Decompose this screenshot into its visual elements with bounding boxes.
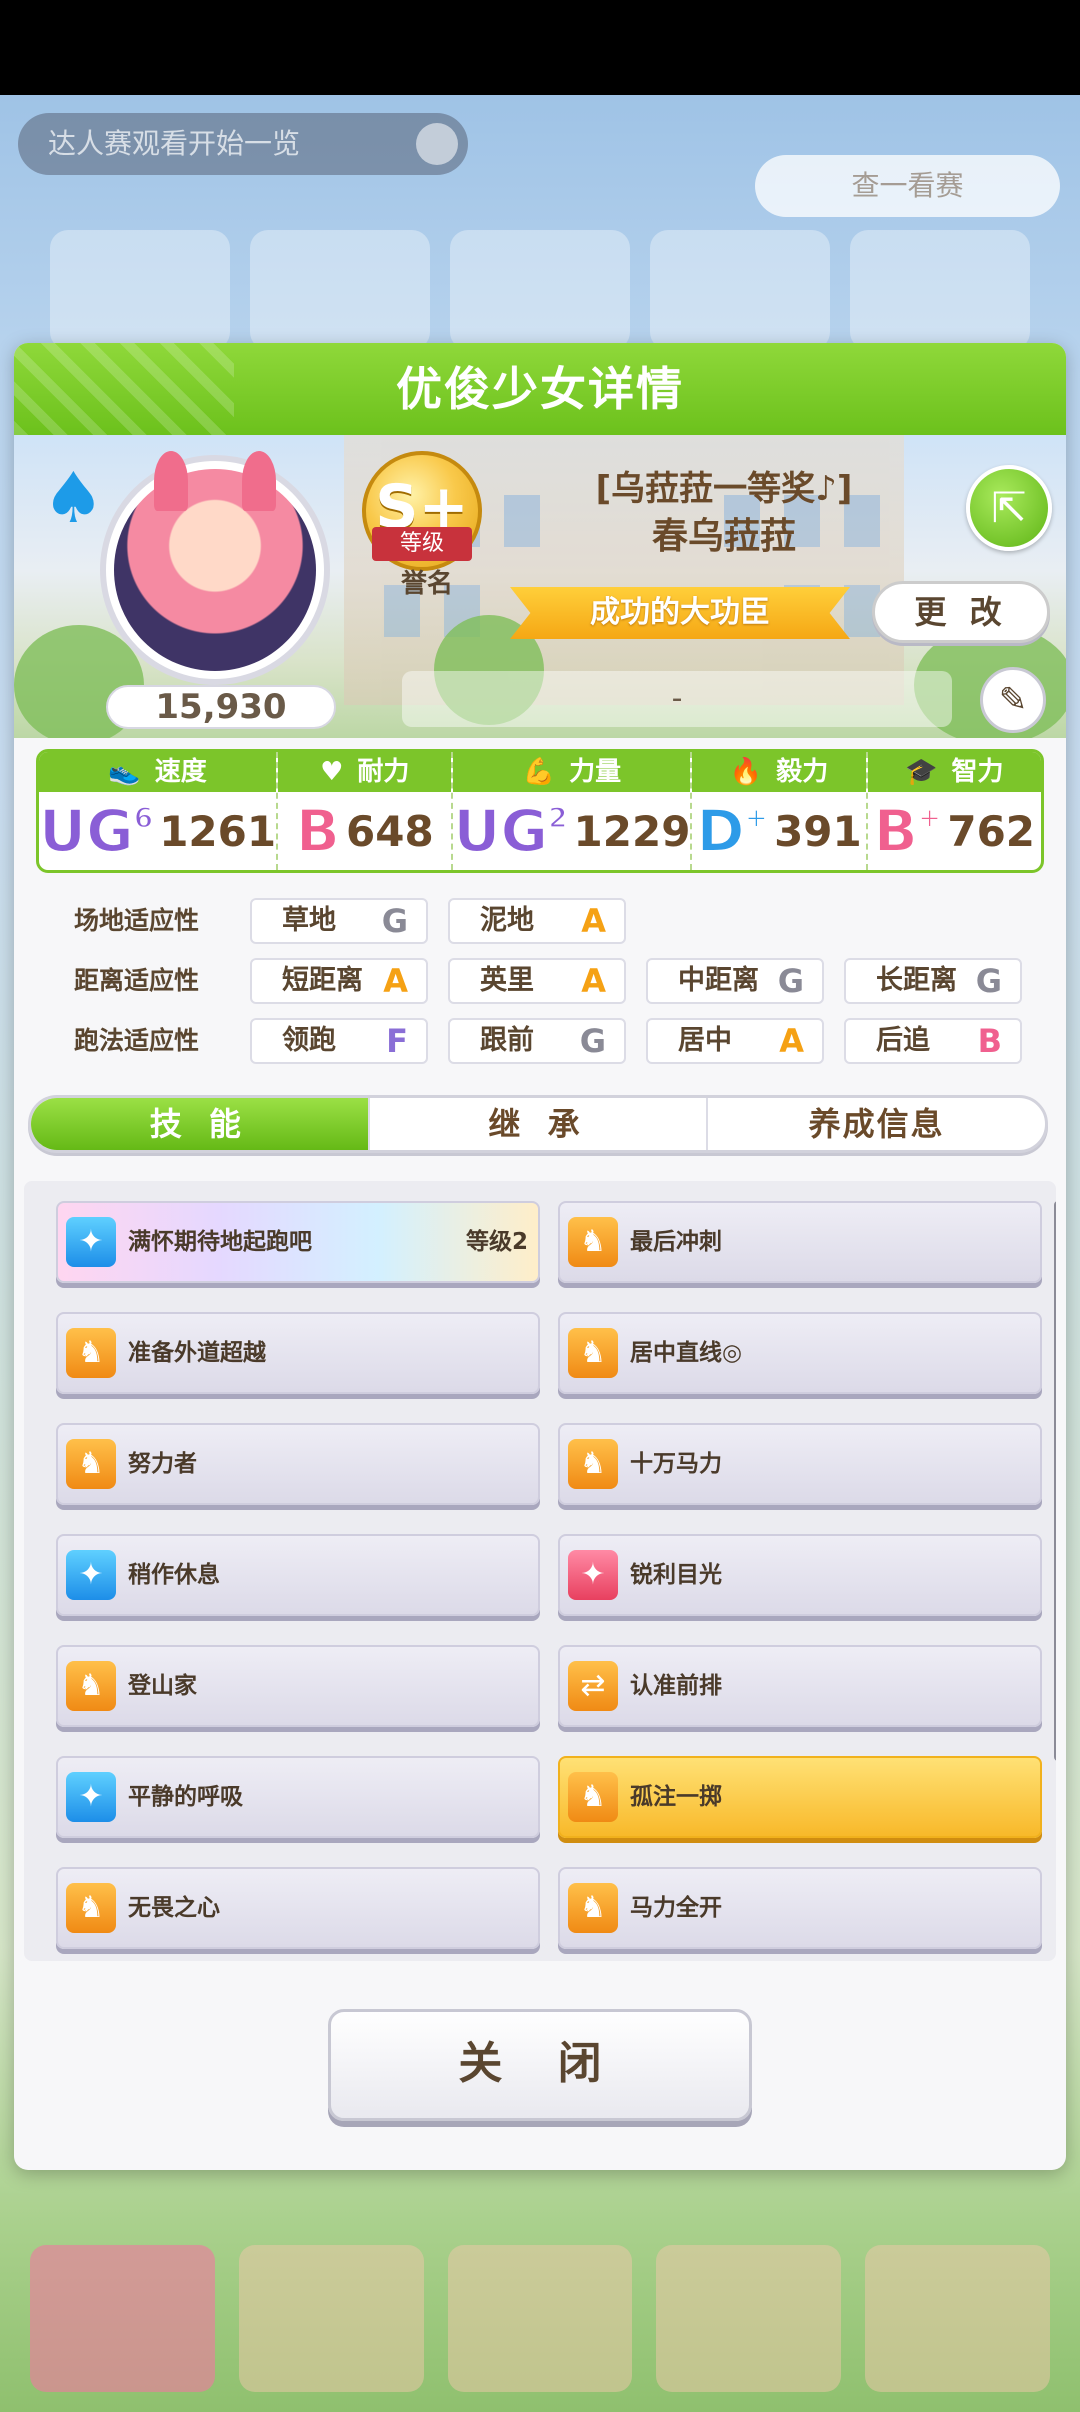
aptitude-long: 长距离 G — [844, 958, 1022, 1004]
skill-item[interactable]: ♞ 孤注一掷 — [558, 1756, 1042, 1838]
skill-item[interactable]: ♞ 登山家 — [56, 1645, 540, 1727]
aptitude-mile: 英里 A — [448, 958, 626, 1004]
rank-label: 誉名 — [400, 569, 453, 599]
aptitude-leader: 跟前 G — [448, 1018, 626, 1064]
stat-grade: UG6 — [39, 796, 154, 866]
stat-value: 762 — [947, 806, 1036, 856]
skill-item[interactable]: ✦ 锐利目光 — [558, 1534, 1042, 1616]
umamusume-details-dialog: 优俊少女详情 ♠ 15,930 S+ 等级 誉名 [乌菈菈一等奖♪] 春乌菈菈 … — [14, 343, 1066, 2170]
memo-field: - — [402, 671, 952, 727]
tab-inheritance[interactable]: 继 承 — [370, 1098, 709, 1150]
stat-value: 648 — [346, 806, 434, 856]
stat-speed: 👟 速度 UG6 1261 — [39, 752, 279, 870]
epithet-banner: 成功的大功臣 — [510, 587, 850, 639]
background-card-row — [10, 230, 1070, 350]
fan-count: 15,930 — [106, 685, 336, 729]
skill-level: 等级2 — [465, 1229, 528, 1255]
share-button[interactable]: ⇱ — [966, 465, 1052, 551]
close-button[interactable]: 关 闭 — [328, 2009, 752, 2121]
rank-ribbon: 等级 — [372, 527, 472, 561]
sparkle-red-icon: ✦ — [568, 1550, 618, 1600]
distance-aptitude-row: 距离适应性 短距离 A 英里 A 中距离 G 长距离 G — [54, 958, 1034, 1004]
muscle-icon: 💪 — [522, 757, 556, 787]
aptitude-medium: 中距离 G — [646, 958, 824, 1004]
skill-item[interactable]: ♞ 无畏之心 — [56, 1867, 540, 1949]
share-icon: ⇱ — [991, 483, 1027, 532]
skills-list[interactable]: ✦ 满怀期待地起跑吧 等级2 ♞ 最后冲刺 ♞ 准备外道超越 ♞ 居中直线◎ ♞… — [24, 1181, 1056, 1961]
stat-guts: 🔥 毅力 D+ 391 — [692, 752, 868, 870]
style-aptitude-row: 跑法适应性 领跑 F 跟前 G 居中 A 后追 B — [54, 1018, 1034, 1064]
horse-run-icon: ♞ — [568, 1883, 618, 1933]
horse-run-icon: ♞ — [66, 1439, 116, 1489]
horse-run-icon: ♞ — [568, 1328, 618, 1378]
aptitude-sprint: 短距离 A — [250, 958, 428, 1004]
spade-icon: ♠ — [42, 457, 105, 539]
horse-run-icon: ♞ — [66, 1328, 116, 1378]
aptitude-betweener: 居中 A — [646, 1018, 824, 1064]
stat-power: 💪 力量 UG2 1229 — [452, 752, 693, 870]
graduation-cap-icon: 🎓 — [905, 757, 938, 787]
character-name: 春乌菈菈 — [651, 516, 796, 557]
skill-item[interactable]: ✦ 稍作休息 — [56, 1534, 540, 1616]
sparkle-icon: ✦ — [66, 1550, 116, 1600]
skills-scrollbar[interactable] — [1054, 1201, 1056, 1761]
tab-training-info[interactable]: 养成信息 — [708, 1098, 1045, 1150]
stats-panel: 👟 速度 UG6 1261 ♥ 耐力 B 648 💪 力量 UG2 1229 🔥 毅力 D+ 3… — [36, 749, 1044, 873]
tab-skills[interactable]: 技 能 — [31, 1098, 370, 1150]
stat-grade: D+ — [695, 796, 769, 866]
profile-panel: ♠ 15,930 S+ 等级 誉名 [乌菈菈一等奖♪] 春乌菈菈 成功的大功臣 … — [14, 435, 1066, 738]
shoe-icon: 👟 — [108, 757, 141, 787]
skill-item[interactable]: ♞ 努力者 — [56, 1423, 540, 1505]
horse-run-icon: ♞ — [66, 1661, 116, 1711]
horse-run-icon: ♞ — [568, 1772, 618, 1822]
background-top-button: 查一看赛 — [755, 155, 1060, 217]
aptitude-chaser: 后追 B — [844, 1018, 1022, 1064]
stat-grade: UG2 — [452, 796, 568, 866]
skill-item[interactable]: ♞ 马力全开 — [558, 1867, 1042, 1949]
stat-wisdom: 🎓 智力 B+ 762 — [867, 752, 1041, 870]
sparkle-icon: ✦ — [66, 1772, 116, 1822]
pencil-icon: ✎ — [998, 680, 1028, 720]
edit-memo-button[interactable]: ✎ — [980, 667, 1046, 733]
horse-run-icon: ♞ — [568, 1439, 618, 1489]
swap-arrows-icon: ⇄ — [568, 1661, 618, 1711]
skill-item[interactable]: ⇄ 认准前排 — [558, 1645, 1042, 1727]
character-title: [乌菈菈一等奖♪] — [595, 469, 853, 509]
dialog-header: 优俊少女详情 — [14, 343, 1066, 435]
stat-stamina: ♥ 耐力 B 648 — [278, 752, 454, 870]
aptitude-runner: 领跑 F — [250, 1018, 428, 1064]
horse-run-icon: ♞ — [66, 1883, 116, 1933]
character-portrait[interactable] — [114, 451, 316, 671]
skill-item[interactable]: ✦ 平静的呼吸 — [56, 1756, 540, 1838]
change-epithet-button[interactable]: 更 改 — [872, 581, 1050, 643]
skill-item[interactable]: ♞ 居中直线◎ — [558, 1312, 1042, 1394]
sparkle-icon: ✦ — [66, 1217, 116, 1267]
dialog-title: 优俊少女详情 — [396, 362, 684, 416]
stat-value: 1261 — [159, 806, 277, 856]
track-aptitude-row: 场地适应性 草地 G 泥地 A — [54, 898, 1034, 944]
stat-value: 1229 — [573, 806, 691, 856]
flame-icon: 🔥 — [729, 757, 763, 787]
background-close-icon — [416, 123, 458, 165]
horse-run-icon: ♞ — [568, 1217, 618, 1267]
aptitude-dirt: 泥地 A — [448, 898, 626, 944]
aptitude-turf: 草地 G — [250, 898, 428, 944]
heart-icon: ♥ — [320, 757, 344, 787]
stat-grade: B — [295, 796, 341, 866]
stat-grade: B+ — [873, 796, 943, 866]
skill-item[interactable]: ✦ 满怀期待地起跑吧 等级2 — [56, 1201, 540, 1283]
background-notice-pill: 达人赛观看开始一览 — [18, 113, 468, 175]
skill-item[interactable]: ♞ 准备外道超越 — [56, 1312, 540, 1394]
background-notice-text: 达人赛观看开始一览 — [48, 127, 301, 160]
skill-item[interactable]: ♞ 最后冲刺 — [558, 1201, 1042, 1283]
skill-item[interactable]: ♞ 十万马力 — [558, 1423, 1042, 1505]
stat-value: 391 — [774, 806, 862, 856]
background-nav-bar — [0, 2225, 1080, 2412]
detail-tabs: 技 能 继 承 养成信息 — [28, 1095, 1048, 1153]
